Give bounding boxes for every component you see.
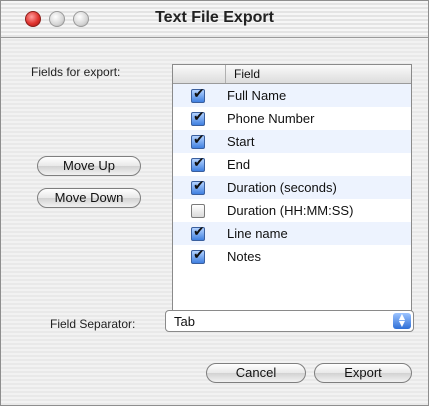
field-checkbox[interactable] — [191, 247, 205, 264]
table-row: Line name — [173, 222, 411, 245]
field-column-header[interactable]: Field — [226, 65, 260, 83]
table-row: Notes — [173, 245, 411, 268]
table-row: End — [173, 153, 411, 176]
export-dialog: Text File Export Fields for export: Fiel… — [0, 0, 429, 406]
fields-for-export-label: Fields for export: — [31, 65, 121, 79]
window-title: Text File Export — [155, 9, 274, 26]
table-row: Start — [173, 130, 411, 153]
field-name: End — [227, 157, 251, 172]
field-name: Notes — [227, 249, 261, 264]
field-checkbox[interactable] — [191, 155, 205, 172]
field-name: Start — [227, 134, 255, 149]
table-row: Duration (HH:MM:SS) — [173, 199, 411, 222]
popup-arrows-icon: ▲ ▼ — [393, 313, 411, 329]
export-button[interactable]: Export — [314, 363, 412, 383]
field-checkbox[interactable] — [191, 203, 205, 218]
move-up-button[interactable]: Move Up — [37, 156, 141, 176]
field-separator-value: Tab — [174, 314, 195, 329]
field-name: Duration (HH:MM:SS) — [227, 203, 354, 218]
field-separator-select[interactable]: Tab ▲ ▼ — [165, 310, 414, 332]
checkbox-column-header[interactable] — [173, 65, 226, 83]
field-checkbox[interactable] — [191, 86, 205, 103]
field-name: Line name — [227, 226, 288, 241]
move-down-button[interactable]: Move Down — [37, 188, 141, 208]
cancel-button[interactable]: Cancel — [206, 363, 306, 383]
table-header: Field — [173, 65, 411, 84]
table-row: Full Name — [173, 84, 411, 107]
field-checkbox[interactable] — [191, 109, 205, 126]
field-checkbox[interactable] — [191, 224, 205, 241]
table-row: Duration (seconds) — [173, 176, 411, 199]
table-row: Phone Number — [173, 107, 411, 130]
field-name: Phone Number — [227, 111, 315, 126]
field-name: Duration (seconds) — [227, 180, 337, 195]
field-checkbox[interactable] — [191, 178, 205, 195]
fields-table: Field Full Name Phone Number Start End D… — [172, 64, 412, 314]
title-bar[interactable]: Text File Export — [1, 1, 428, 38]
field-separator-label: Field Separator: — [50, 317, 136, 331]
field-checkbox[interactable] — [191, 132, 205, 149]
field-name: Full Name — [227, 88, 287, 103]
